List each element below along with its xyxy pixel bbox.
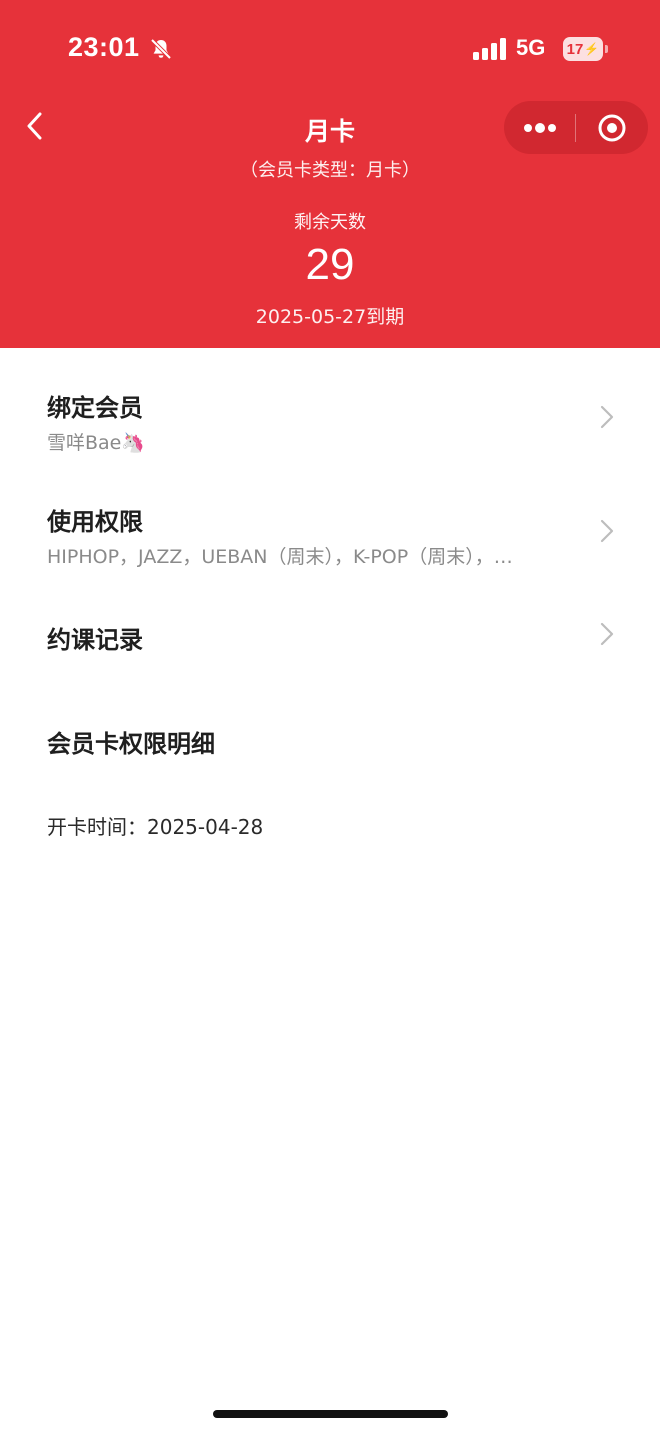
permission-details-title: 会员卡权限明细 xyxy=(47,730,215,758)
booking-records-row[interactable]: 约课记录 xyxy=(0,594,660,678)
permissions-title: 使用权限 xyxy=(47,508,143,536)
status-time: 23:01 xyxy=(68,32,140,62)
permissions-row[interactable]: 使用权限 HIPHOP，JAZZ，UEBAN（周末），K-POP（周末），… xyxy=(0,470,660,582)
bound-member-row[interactable]: 绑定会员 雪咩Bae🦄 xyxy=(0,348,660,460)
chevron-right-icon xyxy=(600,405,614,429)
card-open-date: 开卡时间：2025-04-28 xyxy=(47,815,264,839)
chevron-right-icon xyxy=(600,519,614,543)
bell-slash-icon xyxy=(150,38,172,60)
bound-member-title: 绑定会员 xyxy=(47,394,143,422)
permissions-list: HIPHOP，JAZZ，UEBAN（周末），K-POP（周末），… xyxy=(47,546,513,568)
chevron-right-icon xyxy=(600,622,614,646)
page-title: 月卡 xyxy=(304,117,355,146)
card-type-label: （会员卡类型：月卡） xyxy=(240,160,420,181)
bound-member-name: 雪咩Bae🦄 xyxy=(47,432,146,454)
remaining-days-value: 29 xyxy=(305,240,355,289)
battery-level: 17 xyxy=(566,40,584,58)
signal-icon xyxy=(473,38,506,60)
home-indicator[interactable] xyxy=(213,1410,448,1418)
booking-records-title: 约课记录 xyxy=(47,626,143,654)
battery-nub xyxy=(605,45,608,53)
expire-date: 2025-05-27到期 xyxy=(255,306,405,328)
network-type: 5G xyxy=(516,35,546,60)
remaining-days-label: 剩余天数 xyxy=(294,212,366,233)
charging-bolt-icon: ⚡ xyxy=(584,42,600,56)
card-header: 23:01 5G 17 ⚡ 月卡 （会员卡类型：月卡） 剩余天数 29 2025… xyxy=(0,0,660,348)
battery-icon: 17 ⚡ xyxy=(563,37,603,61)
